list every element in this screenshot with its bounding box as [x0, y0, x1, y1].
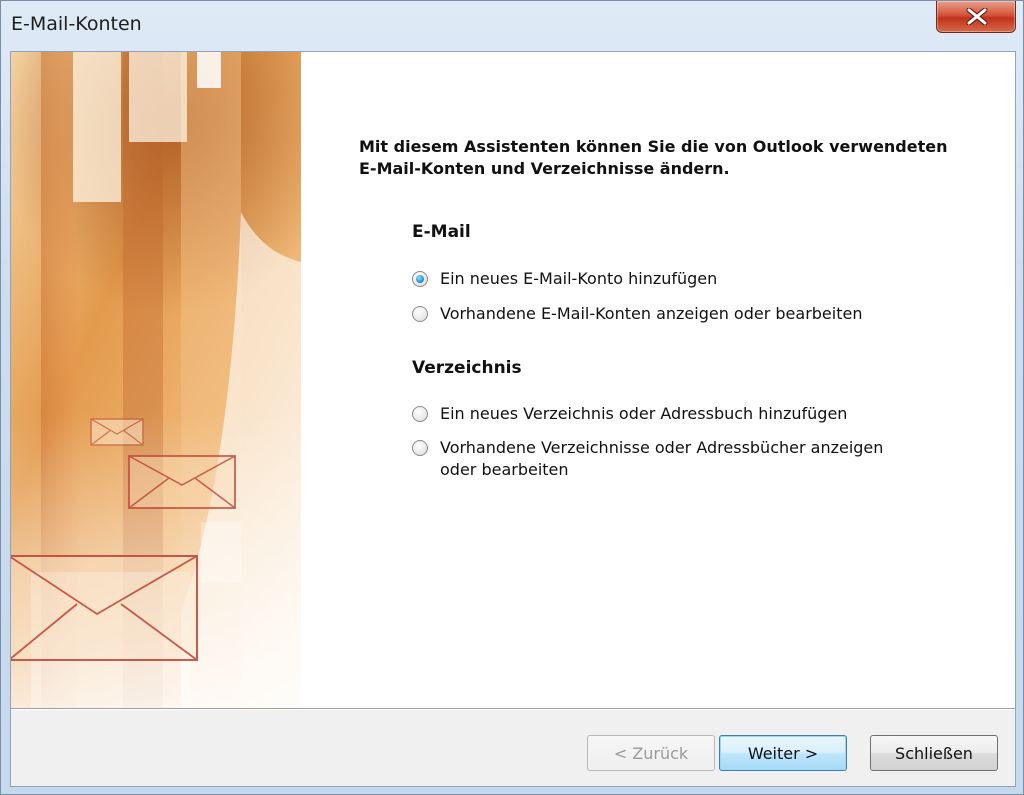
next-button[interactable]: Weiter > [719, 735, 847, 771]
window-title: E-Mail-Konten [11, 13, 142, 35]
radio-button[interactable] [412, 440, 428, 456]
back-button[interactable]: < Zurück [587, 735, 715, 771]
close-window-button[interactable] [936, 1, 1016, 33]
radio-label: Ein neues Verzeichnis oder Adressbuch hi… [440, 404, 848, 423]
close-x-icon [966, 8, 988, 25]
dialog-client-area: Mit diesem Assistenten können Sie die vo… [10, 51, 1016, 787]
button-area-separator [11, 708, 1015, 710]
email-group-heading: E-Mail [412, 222, 471, 242]
radio-button-checked[interactable] [412, 271, 428, 287]
radio-add-email-account[interactable]: Ein neues E-Mail-Konto hinzufügen [412, 268, 920, 290]
envelope-icon [128, 455, 236, 509]
directory-group-heading: Verzeichnis [412, 358, 522, 378]
outlook-side-artwork [11, 52, 301, 708]
radio-label: Vorhandene Verzeichnisse oder Adressbüch… [440, 438, 884, 479]
radio-button[interactable] [412, 306, 428, 322]
wizard-intro-text: Mit diesem Assistenten können Sie die vo… [359, 137, 948, 178]
title-bar[interactable]: E-Mail-Konten [1, 1, 1023, 47]
dialog-window: E-Mail-Konten Mit diesem Assistenten kön… [0, 0, 1024, 795]
envelope-icon [11, 555, 198, 661]
radio-label: Vorhandene E-Mail-Konten anzeigen oder b… [440, 304, 863, 323]
radio-label: Ein neues E-Mail-Konto hinzufügen [440, 269, 718, 288]
envelope-icon [90, 418, 144, 446]
radio-view-edit-directories[interactable]: Vorhandene Verzeichnisse oder Adressbüch… [412, 437, 910, 481]
radio-button[interactable] [412, 406, 428, 422]
wizard-page: Mit diesem Assistenten können Sie die vo… [11, 52, 1015, 708]
close-button[interactable]: Schließen [870, 735, 998, 771]
radio-view-edit-email-accounts[interactable]: Vorhandene E-Mail-Konten anzeigen oder b… [412, 303, 920, 325]
radio-add-directory[interactable]: Ein neues Verzeichnis oder Adressbuch hi… [412, 403, 920, 425]
